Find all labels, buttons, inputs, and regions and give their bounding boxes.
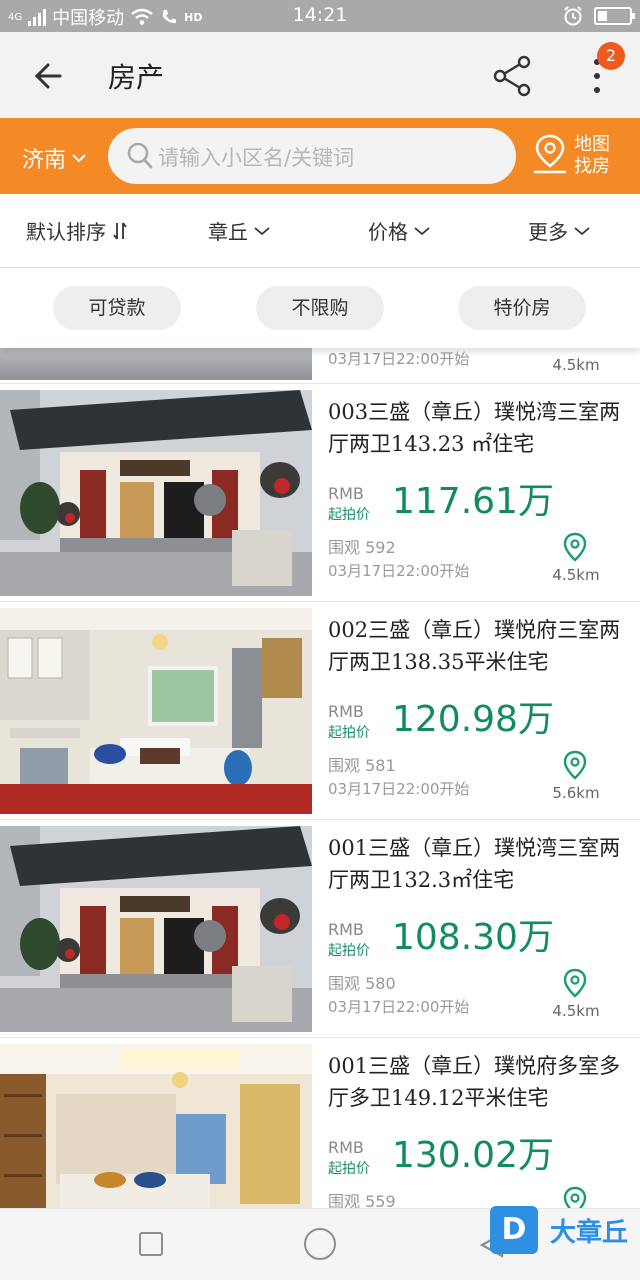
location-pin-icon[interactable] <box>562 750 588 780</box>
home-button[interactable] <box>304 1228 336 1260</box>
currency-label: RMB <box>328 484 364 503</box>
battery-icon <box>594 7 635 25</box>
property-thumbnail <box>0 1044 312 1208</box>
title-bar: 房产 2 <box>0 32 640 118</box>
share-icon[interactable] <box>490 54 534 98</box>
price-filter-button[interactable]: 价格 <box>368 216 430 245</box>
quick-tag-bar: 可贷款 不限购 特价房 <box>0 268 640 348</box>
starting-price: 108.30万 <box>392 917 554 958</box>
list-item[interactable]: 001三盛（章丘）璞悦湾三室两厅两卫132.3㎡住宅 RMB 起拍价 108.3… <box>0 820 640 1038</box>
list-item[interactable]: 001三盛（章丘）璞悦府多室多厅多卫149.12平米住宅 RMB 起拍价 130… <box>0 1038 640 1208</box>
starting-price-label: 起拍价 <box>328 943 370 959</box>
property-title: 002三盛（章丘）璞悦府三室两厅两卫138.35平米住宅 <box>328 618 621 674</box>
property-list: 03月17日22:00开始 4.5km 003三盛（章丘）璞悦湾三室两厅两卫14… <box>0 348 640 1208</box>
list-item[interactable]: 002三盛（章丘）璞悦府三室两厅两卫138.35平米住宅 RMB 起拍价 120… <box>0 602 640 820</box>
starting-price: 120.98万 <box>392 699 554 740</box>
view-count: 围观 580 <box>328 974 396 993</box>
start-time: 03月17日22:00开始 <box>328 780 470 798</box>
status-right <box>562 5 635 27</box>
chevron-down-icon <box>72 154 86 163</box>
city-selector[interactable]: 济南 <box>22 142 86 174</box>
list-item[interactable]: 03月17日22:00开始 4.5km <box>0 348 640 384</box>
search-bar: 济南 请输入小区名/关键词 地图 找房 <box>0 118 640 194</box>
clock: 14:21 <box>292 4 348 26</box>
chevron-down-icon <box>414 226 430 235</box>
status-bar: 4G 中国移动 HD 14:21 <box>0 0 640 32</box>
price-filter-label: 价格 <box>368 220 408 244</box>
location-pin-icon[interactable] <box>562 968 588 998</box>
starting-price-label: 起拍价 <box>328 1161 370 1177</box>
filter-sort-bar: 默认排序 章丘 价格 更多 <box>0 194 640 268</box>
recent-apps-button[interactable] <box>139 1232 163 1256</box>
distance: 4.5km <box>552 1002 600 1020</box>
property-thumbnail <box>0 348 312 380</box>
district-filter-button[interactable]: 章丘 <box>208 216 270 245</box>
map-label-line1: 地图 <box>574 134 610 155</box>
view-count: 围观 592 <box>328 538 396 557</box>
start-time: 03月17日22:00开始 <box>328 562 470 580</box>
view-count: 围观 559 <box>328 1192 396 1208</box>
notification-badge: 2 <box>597 42 625 70</box>
search-placeholder: 请输入小区名/关键词 <box>158 146 355 170</box>
tag-no-purchase-limit[interactable]: 不限购 <box>256 286 384 330</box>
starting-price-label: 起拍价 <box>328 507 370 523</box>
back-arrow-icon[interactable] <box>30 56 70 96</box>
page-title: 房产 <box>108 61 165 94</box>
more-filter-button[interactable]: 更多 <box>528 216 590 245</box>
currency-label: RMB <box>328 1138 364 1157</box>
watermark-logo: D <box>490 1206 538 1254</box>
distance: 4.5km <box>552 356 600 374</box>
location-pin-icon[interactable] <box>562 532 588 562</box>
property-title: 001三盛（章丘）璞悦湾三室两厅两卫132.3㎡住宅 <box>328 836 621 892</box>
map-pin-icon <box>534 134 566 174</box>
tag-loanable[interactable]: 可贷款 <box>53 286 181 330</box>
chevron-down-icon <box>574 226 590 235</box>
starting-price: 117.61万 <box>392 481 554 522</box>
watermark: D 大章丘 <box>490 1206 640 1256</box>
chevron-down-icon <box>254 226 270 235</box>
watermark-text: 大章丘 <box>550 1218 629 1248</box>
starting-price-label: 起拍价 <box>328 725 370 741</box>
distance: 4.5km <box>552 566 600 584</box>
map-label-line2: 找房 <box>574 156 610 177</box>
property-thumbnail <box>0 608 312 814</box>
map-search-button[interactable]: 地图 找房 <box>530 132 640 182</box>
alarm-icon <box>564 6 582 26</box>
property-title: 003三盛（章丘）璞悦湾三室两厅两卫143.23 ㎡住宅 <box>328 400 621 456</box>
start-time: 03月17日22:00开始 <box>328 350 470 368</box>
default-sort-button[interactable]: 默认排序 <box>26 216 128 245</box>
district-filter-label: 章丘 <box>208 220 248 244</box>
start-time: 03月17日22:00开始 <box>328 998 470 1016</box>
search-input[interactable]: 请输入小区名/关键词 <box>108 128 516 184</box>
sort-arrows-icon <box>113 221 127 240</box>
currency-label: RMB <box>328 702 364 721</box>
location-pin-icon[interactable] <box>562 1186 588 1208</box>
property-title: 001三盛（章丘）璞悦府多室多厅多卫149.12平米住宅 <box>328 1054 621 1110</box>
default-sort-label: 默认排序 <box>26 220 106 244</box>
tag-special-price[interactable]: 特价房 <box>458 286 586 330</box>
view-count: 围观 581 <box>328 756 396 775</box>
map-search-label: 地图 找房 <box>574 134 610 178</box>
property-thumbnail <box>0 826 312 1032</box>
distance: 5.6km <box>552 784 600 802</box>
search-icon <box>127 142 153 169</box>
city-label: 济南 <box>22 148 67 173</box>
starting-price: 130.02万 <box>392 1135 554 1176</box>
more-filter-label: 更多 <box>528 220 568 244</box>
property-thumbnail <box>0 390 312 596</box>
list-item[interactable]: 003三盛（章丘）璞悦湾三室两厅两卫143.23 ㎡住宅 RMB 起拍价 117… <box>0 384 640 602</box>
currency-label: RMB <box>328 920 364 939</box>
